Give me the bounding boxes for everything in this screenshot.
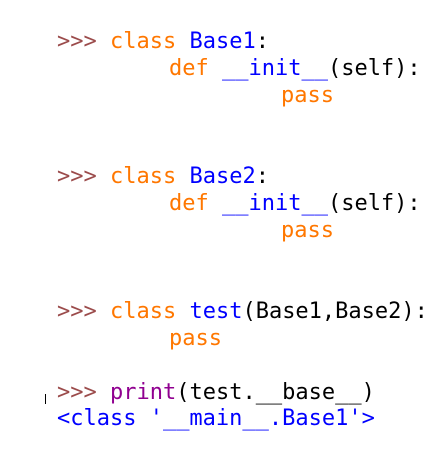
code-line-def-init-2: def __init__(self): — [116, 163, 421, 216]
code-tail: (self): — [327, 191, 421, 216]
output-line: <class '__main__.Base1'> — [4, 378, 375, 431]
prompt: >>> — [56, 299, 97, 324]
code-line-class-test: >>> class test(Base1,Base2): — [4, 271, 428, 324]
keyword-pass: pass — [168, 326, 222, 351]
keyword-def: def — [168, 191, 209, 216]
text-cursor — [45, 394, 46, 404]
code-line-pass-1: pass — [228, 55, 334, 108]
code-line-pass-2: pass — [228, 190, 334, 243]
python-shell-output[interactable]: >>> class Base1: def __init__(self): pas… — [0, 0, 438, 431]
code-line-def-init-1: def __init__(self): — [116, 28, 421, 81]
code-line-print: >>> print(test.__base__) — [4, 352, 375, 405]
output-text: <class '__main__.Base1'> — [56, 406, 375, 431]
code-line-class-base2: >>> class Base2: — [4, 136, 269, 189]
prompt: >>> — [56, 164, 97, 189]
code-tail: (self): — [327, 56, 421, 81]
keyword-pass: pass — [280, 218, 334, 243]
code-tail: (Base1,Base2): — [242, 299, 428, 324]
prompt: >>> — [56, 29, 97, 54]
keyword-def: def — [168, 56, 209, 81]
code-line-pass-3: pass — [116, 298, 222, 351]
code-line-class-base1: >>> class Base1: — [4, 1, 269, 54]
keyword-pass: pass — [280, 83, 334, 108]
